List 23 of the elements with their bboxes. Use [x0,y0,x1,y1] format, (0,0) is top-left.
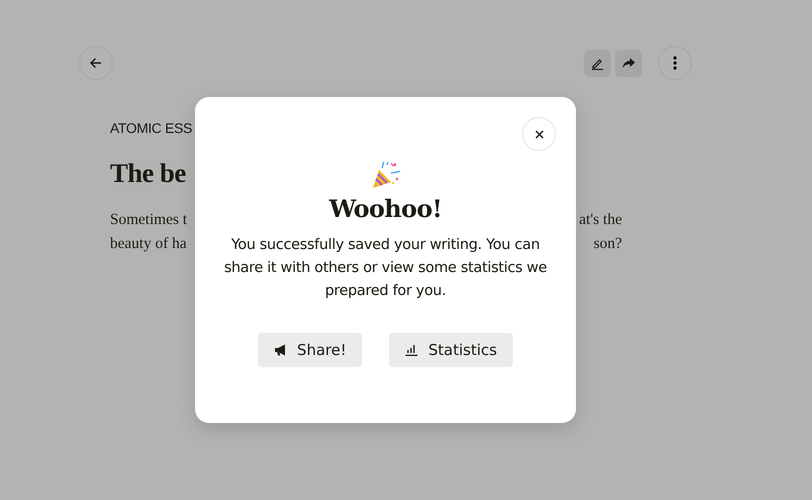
bar-chart-icon [405,344,418,356]
body-text: son? [594,234,622,254]
body-text: beauty of ha [110,234,187,254]
forward-arrow-icon [622,57,635,69]
body-text: at's the [579,210,622,230]
share-button[interactable] [615,50,642,76]
dialog-title: Woohoo! [328,195,443,224]
close-icon [534,130,544,138]
back-button[interactable] [79,46,113,80]
pencil-icon [591,56,604,70]
megaphone-icon [274,344,288,356]
more-button[interactable] [658,46,692,80]
close-button[interactable] [522,117,556,151]
more-icon [673,56,677,70]
statistics-button[interactable]: Statistics [389,332,513,367]
party-popper-icon [370,161,400,189]
edit-button[interactable] [584,50,611,76]
category-label: ATOMIC ESS [110,120,192,136]
dialog-message: You successfully saved your writing. You can share it with others or view some statistics we prepared for you. [223,236,548,301]
share-dialog-button[interactable]: Share! [258,332,362,367]
arrow-left-icon [90,57,102,69]
body-text: Sometimes t [110,210,188,230]
essay-title: The be [110,158,186,188]
